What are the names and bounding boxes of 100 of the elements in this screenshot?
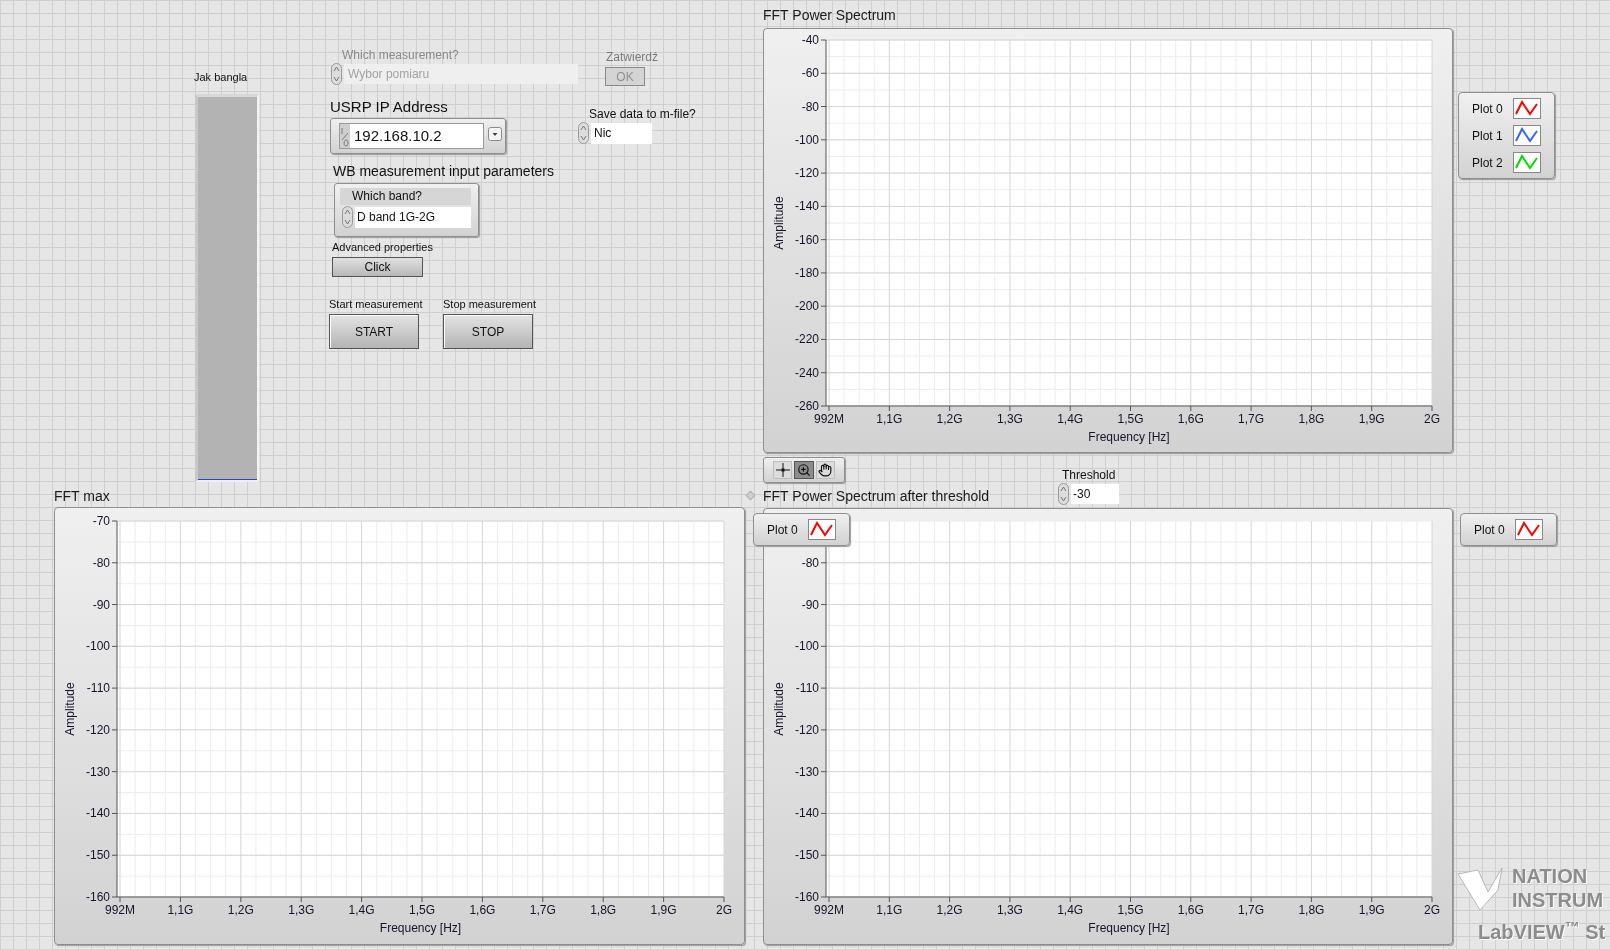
y-tick-label: -90 (92, 597, 110, 612)
click-button[interactable]: Click (332, 257, 423, 277)
graph-tool-button[interactable] (773, 461, 793, 479)
graph-title: FFT Power Spectrum (763, 6, 896, 25)
spinner-arrows-icon[interactable] (342, 206, 353, 228)
y-tick-label: -100 (85, 639, 110, 654)
watermark-text: LabVIEW$^{™}$ St (1478, 917, 1606, 945)
y-tick-label: -150 (85, 848, 110, 863)
line-sample-icon[interactable] (1512, 152, 1541, 173)
y-tick-label: -70 (92, 514, 110, 528)
spinner-arrows-icon[interactable] (578, 122, 589, 144)
legend-label: Plot 1 (1472, 127, 1503, 145)
x-tick-label: 1,7G (1238, 412, 1265, 426)
y-tick-label: -120 (794, 722, 819, 737)
y-tick-label: -160 (85, 890, 110, 904)
graph-tool-button[interactable] (815, 461, 835, 479)
x-tick-label: 1,7G (1238, 903, 1265, 917)
x-tick-label: 1,9G (1358, 412, 1385, 426)
watermark-text: NATION (1512, 864, 1589, 888)
y-tick-label: -140 (794, 199, 819, 214)
y-tick-label: -240 (794, 365, 819, 380)
x-tick-label: 1,2G (936, 903, 963, 917)
crosshair-icon (775, 463, 790, 477)
zoom-icon (797, 463, 811, 477)
y-tick-label: -130 (794, 764, 819, 779)
dropdown-icon[interactable] (488, 127, 502, 141)
button-label: Advanced properties (332, 240, 433, 255)
start-button[interactable]: START (329, 314, 419, 349)
x-tick-label: 1,4G (348, 903, 375, 917)
field-label: Save data to m-file? (589, 106, 696, 123)
y-tick-label: -200 (794, 299, 819, 314)
x-tick-label: 1,2G (227, 903, 254, 917)
y-tick-label: -160 (794, 232, 819, 247)
x-tick-label: 1,3G (288, 903, 315, 917)
x-tick-label: 1,4G (1057, 412, 1084, 426)
button-label: Zatwierdź (606, 49, 658, 66)
watermark-text: INSTRUM (1512, 888, 1604, 912)
y-tick-label: -60 (801, 66, 819, 81)
x-tick-label: 1,6G (1177, 412, 1204, 426)
axis-title: Amplitude (772, 196, 786, 250)
button-label: Start measurement (329, 297, 423, 312)
x-tick-label: 1,3G (996, 903, 1023, 917)
line-sample-icon[interactable] (1514, 519, 1543, 540)
x-tick-label: 992M (814, 412, 845, 426)
y-tick-label: -260 (794, 399, 819, 413)
axis-title: Frequency [Hz] (1088, 921, 1170, 935)
ip-address-value: 192.168.10.2 (354, 125, 442, 146)
band-select[interactable]: D band 1G-2G (355, 207, 471, 228)
threshold-field[interactable]: -30 (1071, 484, 1119, 504)
meter-label: Jak bangla (194, 70, 248, 85)
axis-title: Frequency [Hz] (1088, 430, 1170, 444)
x-tick-label: 1,5G (1117, 412, 1144, 426)
x-tick-label: 2G (1424, 903, 1440, 917)
x-tick-label: 1,3G (996, 412, 1023, 426)
x-tick-label: 1,5G (1117, 903, 1144, 917)
y-tick-label: -140 (794, 806, 819, 821)
y-tick-label: -110 (86, 681, 110, 696)
y-tick-label: -110 (795, 681, 819, 696)
y-tick-label: -100 (794, 639, 819, 654)
line-sample-icon[interactable] (1512, 125, 1541, 146)
x-tick-label: 1,9G (650, 903, 677, 917)
x-tick-label: 992M (105, 903, 136, 917)
x-tick-label: 1,8G (590, 903, 617, 917)
field-label: Which measurement? (342, 47, 459, 64)
x-tick-label: 1,8G (1298, 412, 1325, 426)
legend-label: Plot 0 (1474, 521, 1505, 539)
io-icon (340, 124, 350, 148)
cluster-title: WB measurement input parameters (333, 162, 554, 181)
y-tick-label: -130 (85, 764, 110, 779)
x-tick-label: 1,8G (1298, 903, 1325, 917)
logo-icon (1456, 866, 1504, 912)
field-label: USRP IP Address (330, 97, 448, 117)
x-tick-label: 1,4G (1057, 903, 1084, 917)
graph-title: FFT Power Spectrum after threshold (763, 487, 990, 506)
axis-title: Amplitude (772, 682, 786, 736)
y-tick-label: -80 (801, 555, 819, 570)
stop-button[interactable]: STOP (443, 314, 533, 349)
line-sample-icon[interactable] (1512, 98, 1541, 119)
save-data-select[interactable]: Nic (591, 123, 652, 144)
line-sample-icon[interactable] (807, 519, 836, 540)
spinner-arrows-icon[interactable] (1058, 483, 1069, 505)
y-tick-label: -120 (85, 722, 110, 737)
x-tick-label: 1,9G (1358, 903, 1385, 917)
x-tick-label: 2G (716, 903, 732, 917)
x-tick-label: 1,1G (876, 903, 903, 917)
x-tick-label: 1,6G (469, 903, 496, 917)
x-tick-label: 1,7G (529, 903, 556, 917)
y-tick-label: -80 (92, 555, 110, 570)
legend-label: Plot 2 (1472, 154, 1503, 172)
legend-label: Plot 0 (1472, 100, 1503, 118)
x-tick-label: 2G (1424, 412, 1440, 426)
x-tick-label: 1,1G (876, 412, 903, 426)
button-label: Stop measurement (443, 297, 536, 312)
legend-label: Plot 0 (767, 521, 798, 539)
ip-address-control[interactable]: 192.168.10.2 (330, 118, 506, 154)
y-tick-label: -100 (794, 132, 819, 147)
hand-icon (818, 463, 833, 477)
y-tick-label: -40 (801, 33, 819, 47)
spinner-arrows-icon[interactable] (331, 63, 342, 85)
x-tick-label: 1,1G (167, 903, 194, 917)
